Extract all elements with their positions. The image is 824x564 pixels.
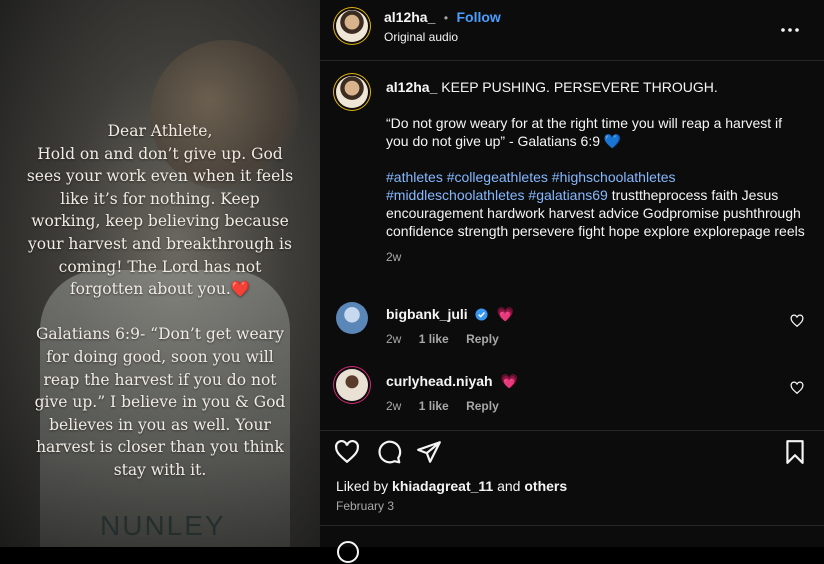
caption-avatar[interactable]	[336, 76, 368, 108]
separator-dot: •	[443, 11, 449, 25]
caption-line1: KEEP PUSHING. PERSEVERE THROUGH.	[441, 79, 718, 95]
likes-and: and	[493, 478, 525, 494]
caption-username[interactable]: al12ha_	[386, 79, 437, 95]
like-comment-icon[interactable]	[790, 314, 804, 328]
comment-item: curlyhead.niyah 💗 2w 1 like Reply	[336, 369, 806, 419]
comment-likes[interactable]: 1 like	[419, 332, 449, 346]
media-overlay-text: Dear Athlete, Hold on and don’t give up.…	[26, 122, 294, 479]
more-options-icon[interactable]	[780, 20, 800, 40]
jersey-text: NUNLEY	[100, 510, 226, 541]
likes-summary: Liked by khiadagreat_11 and others	[336, 478, 567, 494]
comment-text: 💗	[500, 373, 518, 389]
comment-icon[interactable]	[376, 439, 402, 465]
add-comment-bar	[320, 525, 824, 563]
comment-time[interactable]: 2w	[386, 399, 401, 413]
caption-quote: “Do not grow weary for at the right time…	[386, 115, 783, 149]
comment-likes[interactable]: 1 like	[419, 399, 449, 413]
comment-line: curlyhead.niyah 💗	[386, 373, 518, 390]
caption-body: al12ha_ KEEP PUSHING. PERSEVERE THROUGH.…	[386, 78, 806, 266]
comment-username[interactable]: bigbank_juli	[386, 306, 468, 322]
action-bar	[320, 430, 824, 471]
post-date[interactable]: February 3	[336, 499, 394, 513]
save-bookmark-icon[interactable]	[782, 439, 808, 465]
comment-time[interactable]: 2w	[386, 332, 401, 346]
reply-button[interactable]: Reply	[466, 332, 499, 346]
post-media[interactable]: NUNLEY Dear Athlete, Hold on and don’t g…	[0, 0, 320, 547]
likes-others[interactable]: others	[524, 478, 567, 494]
post-header: al12ha_ • Follow Original audio	[320, 0, 824, 61]
comment-meta: 2w 1 like Reply	[386, 332, 513, 346]
verified-badge-icon	[475, 308, 488, 321]
comment-line: bigbank_juli 💗	[386, 306, 514, 323]
commenter-avatar[interactable]	[336, 302, 368, 334]
caption-time[interactable]: 2w	[386, 248, 806, 266]
follow-button[interactable]: Follow	[456, 9, 500, 25]
likes-prefix: Liked by	[336, 478, 393, 494]
like-comment-icon[interactable]	[790, 381, 804, 395]
comment-meta: 2w 1 like Reply	[386, 399, 513, 413]
post-panel: al12ha_ • Follow Original audio al12ha_ …	[320, 0, 824, 563]
reply-button[interactable]: Reply	[466, 399, 499, 413]
author-line: al12ha_ • Follow	[384, 9, 501, 27]
likes-user[interactable]: khiadagreat_11	[392, 478, 493, 494]
like-icon[interactable]	[334, 439, 360, 465]
comment-text: 💗	[496, 306, 514, 322]
share-icon[interactable]	[416, 439, 442, 465]
comment-username[interactable]: curlyhead.niyah	[386, 373, 493, 389]
audio-label[interactable]: Original audio	[384, 30, 458, 44]
comment-item: bigbank_juli 💗 2w 1 like Reply	[336, 302, 806, 352]
commenter-avatar[interactable]	[336, 369, 368, 401]
author-username[interactable]: al12ha_	[384, 9, 435, 25]
emoji-icon[interactable]	[336, 540, 360, 564]
author-avatar[interactable]	[336, 10, 368, 42]
